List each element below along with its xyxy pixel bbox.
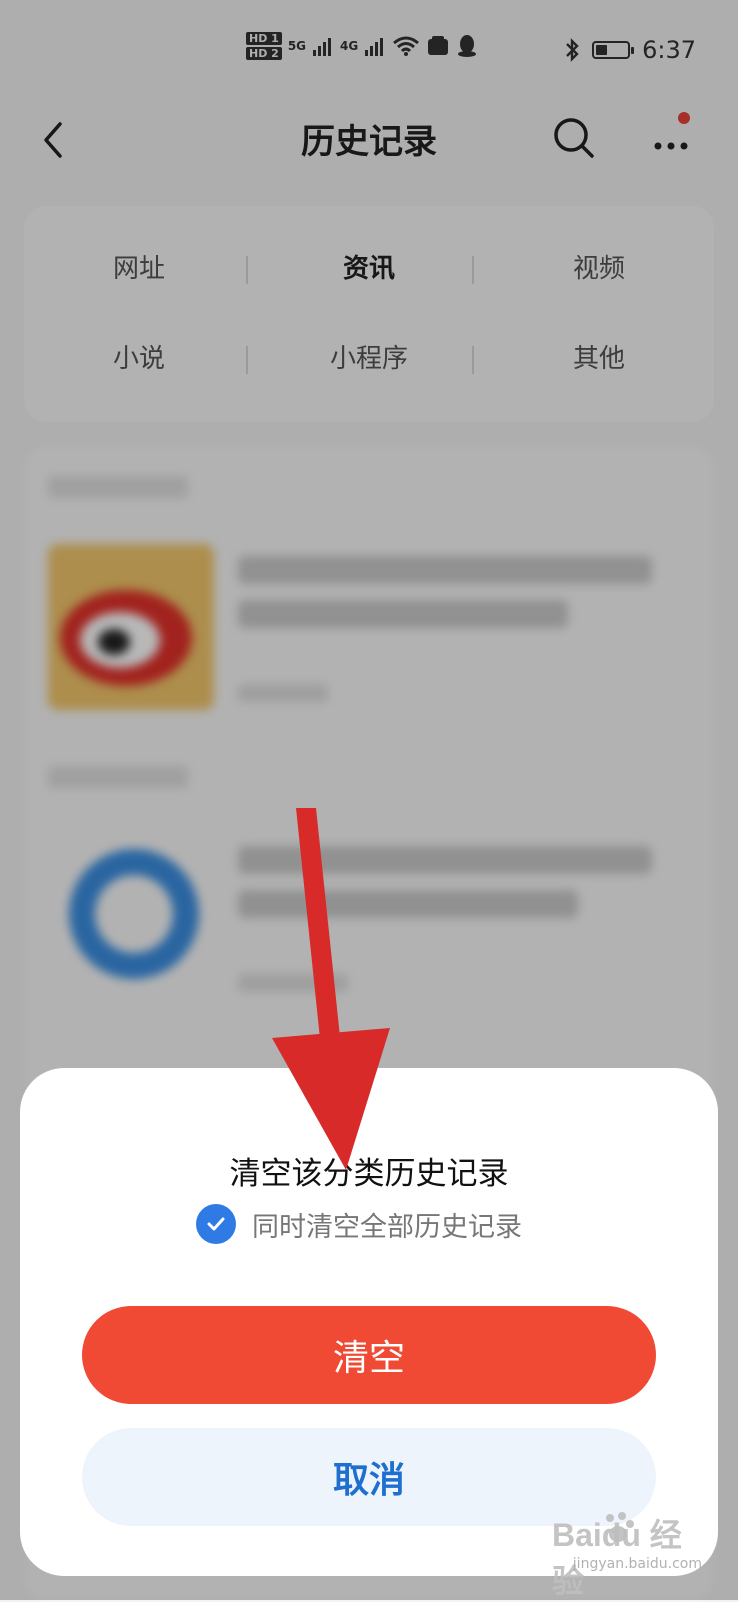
checkbox-label[interactable]: 同时清空全部历史记录 bbox=[252, 1205, 522, 1244]
clear-button[interactable]: 清空 bbox=[82, 1306, 656, 1404]
watermark-url: jingyan.baidu.com bbox=[572, 1556, 702, 1572]
checkbox-checked-icon[interactable] bbox=[196, 1204, 236, 1244]
baidu-watermark: Baidu 经验 jingyan.baidu.com bbox=[552, 1500, 722, 1599]
annotation-arrow bbox=[272, 808, 390, 1170]
clear-all-checkbox-row[interactable]: 同时清空全部历史记录 bbox=[196, 1202, 522, 1246]
